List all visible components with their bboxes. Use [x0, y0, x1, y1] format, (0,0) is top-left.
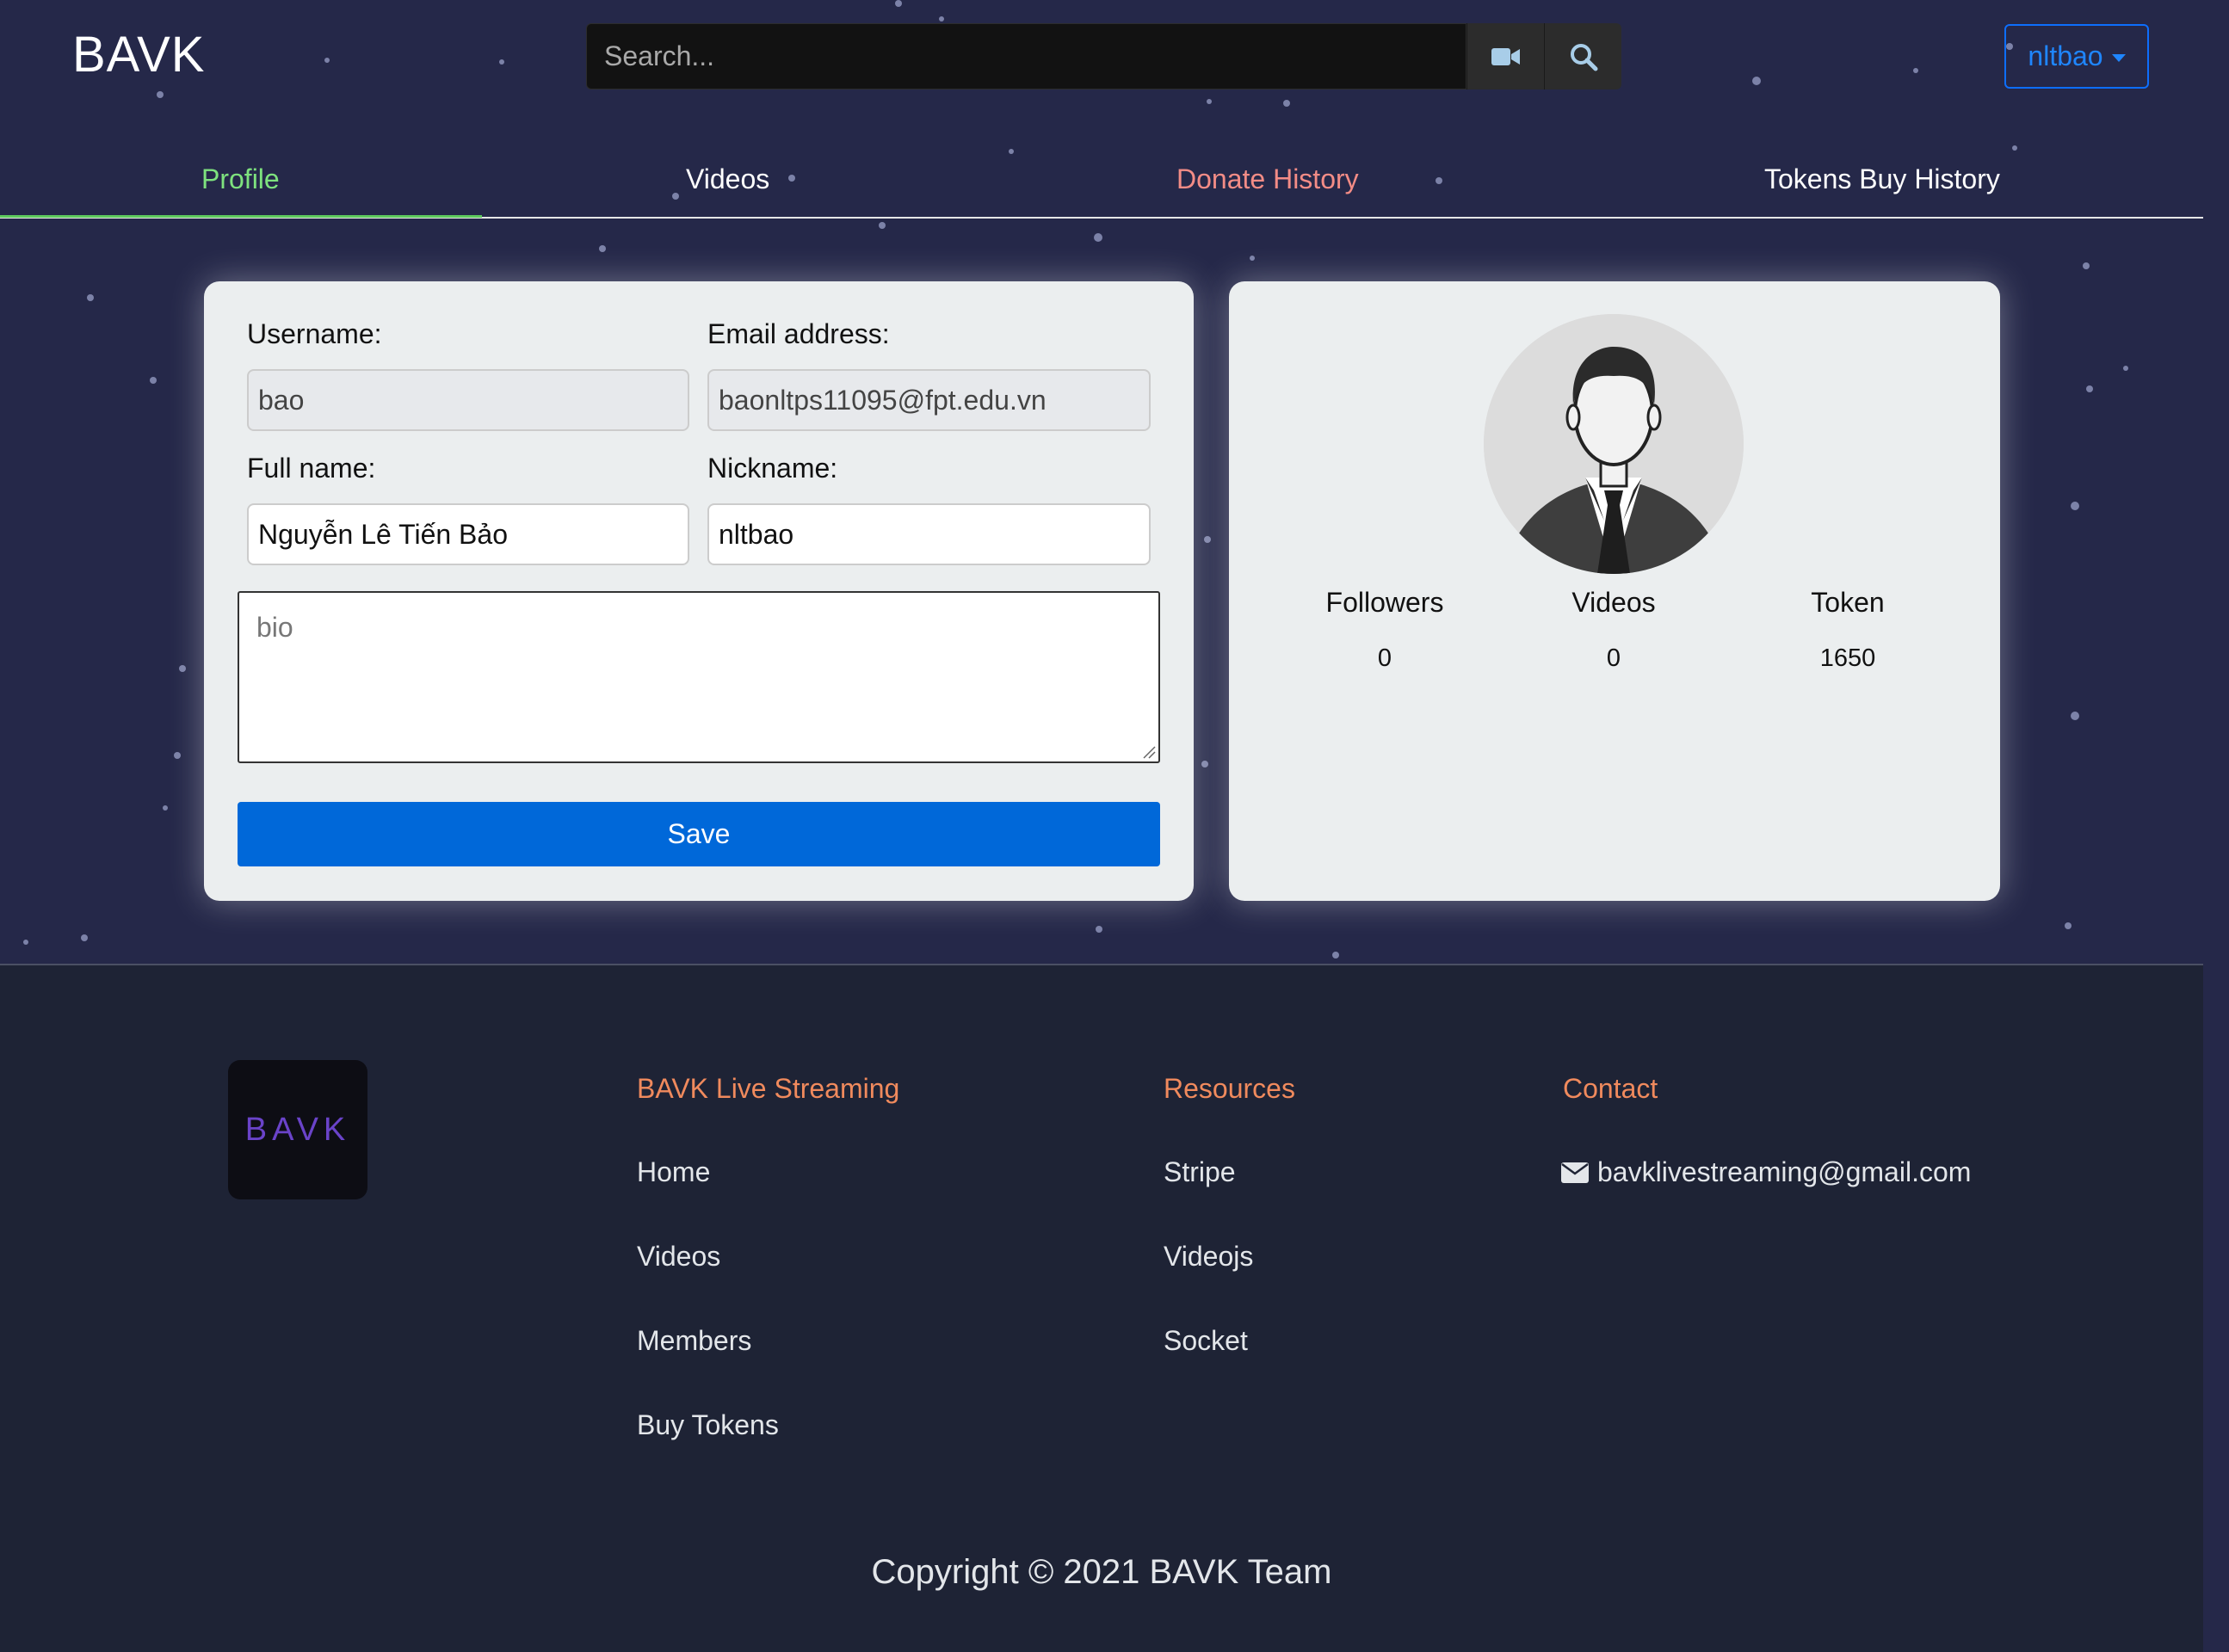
footer-link-buy-tokens[interactable]: Buy Tokens [637, 1409, 779, 1441]
fullname-field[interactable]: Nguyễn Lê Tiến Bảo [247, 503, 689, 565]
videos-stat: Videos 0 [1485, 587, 1743, 673]
brand-logo[interactable]: BAVK [72, 26, 205, 83]
tab-profile[interactable]: Profile [201, 163, 280, 195]
tab-videos[interactable]: Videos [686, 163, 769, 195]
bio-placeholder: bio [256, 612, 293, 643]
email-label: Email address: [707, 318, 890, 349]
contact-email-link[interactable]: bavklivestreaming@gmail.com [1561, 1156, 1971, 1188]
user-menu-label: nltbao [2028, 40, 2103, 71]
username-field[interactable]: bao [247, 369, 689, 431]
email-field[interactable]: baonltps11095@fpt.edu.vn [707, 369, 1151, 431]
user-menu-button[interactable]: nltbao [2004, 24, 2149, 89]
videos-label: Videos [1571, 587, 1656, 618]
user-silhouette-icon [1484, 314, 1744, 574]
fullname-label: Full name: [247, 453, 376, 484]
token-count: 1650 [1819, 644, 1876, 672]
profile-stats-card: Followers 0 Videos 0 Token 1650 [1229, 281, 2000, 901]
tab-donate-history[interactable]: Donate History [1176, 163, 1359, 195]
site-footer: BAVK BAVK Live Streaming Home Videos Mem… [0, 964, 2203, 1652]
bio-textarea[interactable]: bio [238, 591, 1160, 763]
followers-stat: Followers 0 [1256, 587, 1514, 673]
page: BAVK nltbao Profile Videos Dona [0, 0, 2203, 1652]
profile-tabs: Profile Videos Donate History Tokens Buy… [0, 146, 2203, 219]
video-camera-icon [1491, 47, 1520, 65]
active-tab-indicator [0, 215, 482, 218]
envelope-icon [1561, 1162, 1589, 1183]
resize-grip-icon[interactable] [1142, 745, 1156, 759]
username-label: Username: [247, 318, 382, 349]
search-input[interactable] [586, 23, 1466, 89]
footer-logo[interactable]: BAVK [228, 1060, 367, 1199]
copyright-text: Copyright © 2021 BAVK Team [871, 1553, 1332, 1591]
followers-count: 0 [1377, 644, 1392, 672]
footer-heading-contact: Contact [1563, 1073, 1658, 1104]
footer-link-socket[interactable]: Socket [1164, 1325, 1248, 1357]
start-stream-button[interactable] [1466, 23, 1544, 89]
footer-link-home[interactable]: Home [637, 1156, 710, 1188]
footer-logo-text: BAVK [244, 1111, 351, 1148]
footer-link-stripe[interactable]: Stripe [1164, 1156, 1236, 1188]
token-label: Token [1811, 587, 1885, 618]
search-bar [586, 23, 1621, 89]
contact-email-text: bavklivestreaming@gmail.com [1597, 1156, 1972, 1187]
nickname-label: Nickname: [707, 453, 838, 484]
tab-tokens-buy-history[interactable]: Tokens Buy History [1764, 163, 2000, 195]
search-button[interactable] [1544, 23, 1621, 89]
videos-count: 0 [1606, 644, 1621, 672]
profile-form-card: Username: bao Email address: baonltps110… [204, 281, 1194, 901]
save-button[interactable]: Save [238, 802, 1160, 866]
avatar [1484, 314, 1744, 574]
footer-link-videos[interactable]: Videos [637, 1241, 720, 1273]
top-navbar: BAVK nltbao [0, 0, 2203, 112]
footer-heading-resources: Resources [1164, 1073, 1295, 1104]
nickname-field[interactable]: nltbao [707, 503, 1151, 565]
footer-link-members[interactable]: Members [637, 1325, 751, 1357]
token-stat: Token 1650 [1719, 587, 1977, 673]
magnifier-icon [1570, 43, 1597, 71]
footer-link-videojs[interactable]: Videojs [1164, 1241, 1253, 1273]
followers-label: Followers [1325, 587, 1444, 618]
chevron-down-icon [2111, 54, 2126, 62]
footer-heading-bavk: BAVK Live Streaming [637, 1073, 900, 1104]
